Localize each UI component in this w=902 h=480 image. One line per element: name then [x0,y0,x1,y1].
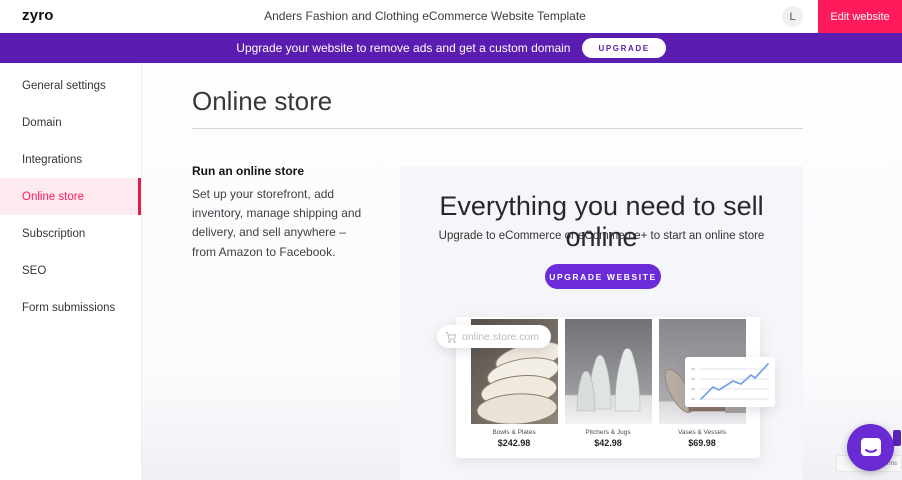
top-header: zyro Anders Fashion and Clothing eCommer… [0,0,902,33]
line-chart-icon [685,357,775,407]
product-name: Vases & Vessels [678,429,726,436]
sidebar-item-online-store[interactable]: Online store [0,178,141,215]
zyro-logo[interactable]: zyro [22,7,54,24]
sidebar-item-form-submissions[interactable]: Form submissions [0,289,141,326]
section-heading: Run an online store [192,164,304,178]
product-price: $69.98 [688,438,716,448]
user-avatar[interactable]: L [782,6,803,27]
store-url-pill: online.store.com [437,325,551,348]
site-template-title: Anders Fashion and Clothing eCommerce We… [264,0,586,33]
settings-sidebar: General settings Domain Integrations Onl… [0,63,142,480]
sales-chart-card [685,357,775,407]
product-name: Bowls & Plates [492,429,535,436]
sidebar-item-subscription[interactable]: Subscription [0,215,141,252]
sidebar-item-general-settings[interactable]: General settings [0,67,141,104]
store-url-text: online.store.com [462,331,539,343]
chat-bubble-icon [859,436,883,460]
ecommerce-upsell-card: Everything you need to sell online Upgra… [400,166,803,480]
banner-text: Upgrade your website to remove ads and g… [236,41,570,55]
page-title: Online store [192,86,332,117]
product-price: $242.98 [498,438,531,448]
product-name: Pitchers & Jugs [585,429,630,436]
banner-upgrade-button[interactable]: UPGRADE [582,38,665,58]
product-price: $42.98 [594,438,622,448]
upgrade-website-button[interactable]: UPGRADE WEBSITE [545,264,661,289]
shopping-cart-icon [445,331,457,343]
card-subheading: Upgrade to eCommerce or eCommerce+ to st… [400,230,803,242]
upgrade-banner: Upgrade your website to remove ads and g… [0,33,902,63]
chat-widget-button[interactable] [847,424,894,471]
edit-website-button[interactable]: Edit website [818,0,902,33]
sidebar-item-seo[interactable]: SEO [0,252,141,289]
title-divider [192,128,803,129]
sidebar-item-integrations[interactable]: Integrations [0,141,141,178]
section-description: Set up your storefront, add inventory, m… [192,185,370,262]
main-content: Online store Run an online store Set up … [142,63,902,480]
product-card-pitchers: Pitchers & Jugs $42.98 [565,319,652,448]
chat-widget-tab [893,430,901,446]
pitchers-product-image [565,319,652,424]
card-heading: Everything you need to sell online [400,191,803,253]
sidebar-item-domain[interactable]: Domain [0,104,141,141]
